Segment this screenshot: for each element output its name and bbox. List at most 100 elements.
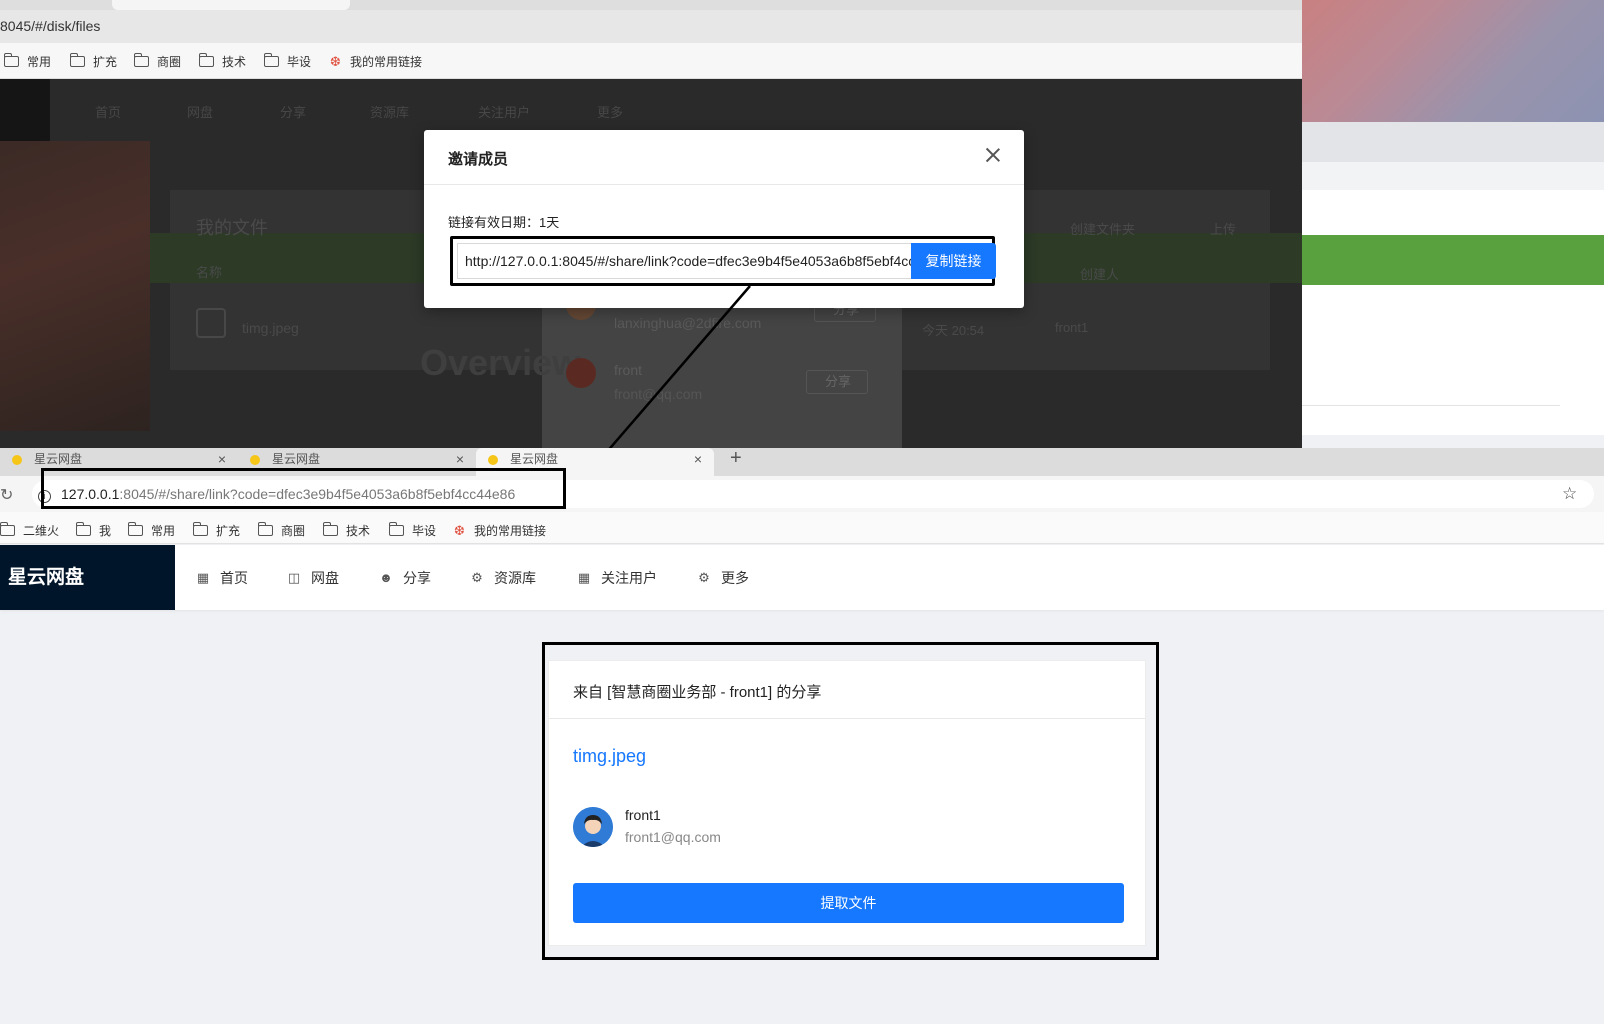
avatar: [573, 807, 613, 847]
close-tab-icon[interactable]: ×: [694, 448, 702, 470]
share-link-group: http://127.0.0.1:8045/#/share/link?code=…: [450, 236, 996, 286]
dimmed-upload: 上传: [1210, 222, 1237, 237]
nav-item-following[interactable]: ▦ 关注用户: [577, 568, 657, 588]
brand-logo[interactable]: 星云网盘: [0, 545, 175, 610]
folder-icon: [127, 522, 143, 536]
background-window-area: [1300, 285, 1604, 435]
bookmark-star-icon[interactable]: ☆: [1562, 484, 1577, 504]
background-divider: [1300, 405, 1560, 406]
top-tab[interactable]: [112, 0, 350, 10]
dimmed-overview: Overview: [420, 342, 581, 383]
bookmark-item[interactable]: 我: [75, 522, 111, 539]
folder-icon: [69, 53, 85, 67]
desktop-background: [1300, 0, 1604, 122]
sharer-name: front1: [625, 807, 661, 823]
folder-icon: [0, 522, 15, 536]
dimmed-share-button: 分享: [806, 370, 868, 394]
dimmed-owner: front1: [1055, 320, 1089, 335]
dimmed-nav-item: 首页: [95, 105, 122, 120]
dimmed-nav-item: 分享: [280, 105, 307, 120]
top-tab-strip: [0, 0, 1302, 10]
dimmed-creator: 创建人: [1080, 267, 1120, 282]
gear-icon: ⚙: [698, 570, 710, 585]
reload-icon[interactable]: ↻: [0, 485, 13, 505]
nav-item-resources[interactable]: ⚙ 资源库: [470, 568, 536, 588]
nav-item-more[interactable]: ⚙ 更多: [697, 568, 749, 588]
bookmark-item[interactable]: 技术: [322, 522, 370, 539]
folder-icon: [263, 53, 279, 67]
nav-item-share[interactable]: ☻ 分享: [379, 568, 431, 588]
flame-icon: ❆: [330, 53, 341, 69]
nav-item-disk[interactable]: ◫ 网盘: [287, 568, 339, 588]
bookmark-item[interactable]: 常用: [3, 53, 51, 70]
dimmed-background-image: [0, 141, 150, 431]
bookmark-item[interactable]: ❆ 我的常用链接: [454, 522, 546, 539]
top-url-text: 8045/#/disk/files: [0, 18, 101, 34]
share-card-title: 来自 [智慧商圈业务部 - front1] 的分享: [573, 684, 822, 701]
app-header: 星云网盘 ▦ 首页 ◫ 网盘 ☻ 分享 ⚙ 资源库 ▦ 关注用户 ⚙ 更多: [0, 545, 1604, 610]
bookmark-item[interactable]: 扩充: [69, 53, 117, 70]
close-icon[interactable]: [982, 144, 1004, 166]
folder-icon: [322, 522, 338, 536]
grid-icon: ▦: [577, 570, 591, 585]
modal-title: 邀请成员: [448, 151, 509, 168]
extract-file-button[interactable]: 提取文件: [573, 883, 1124, 923]
close-tab-icon[interactable]: ×: [456, 448, 464, 470]
bookmark-item[interactable]: 技术: [198, 53, 246, 70]
top-address-bar[interactable]: 8045/#/disk/files: [0, 10, 1302, 43]
bottom-bookmarks-bar: 二维火 我 常用 扩充 商圈 技术 毕设 ❆ 我的常用链接: [0, 512, 1604, 544]
background-window-strip: [1300, 122, 1604, 162]
copy-link-button[interactable]: 复制链接: [911, 243, 996, 279]
dimmed-create-folder: 创建文件夹: [1070, 222, 1136, 237]
folder-icon: [75, 522, 91, 536]
folder-icon: [257, 522, 273, 536]
dimmed-col-name: 名称: [196, 265, 223, 280]
background-window-banner: [1300, 235, 1604, 285]
grid-icon: ▦: [196, 570, 210, 585]
folder-icon: [3, 53, 19, 67]
link-expiry: 链接有效日期：1天: [448, 212, 559, 231]
dimmed-nav-item: 资源库: [370, 105, 410, 120]
invite-member-modal: 邀请成员 链接有效日期：1天 http://127.0.0.1:8045/#/s…: [424, 130, 1024, 308]
url-highlight-frame: [41, 468, 566, 509]
dimmed-nav-item: 关注用户: [478, 105, 531, 120]
bookmark-item[interactable]: 常用: [127, 522, 175, 539]
shared-file-link[interactable]: timg.jpeg: [573, 746, 646, 767]
modal-header: 邀请成员: [424, 130, 1024, 185]
sharer-email: front1@qq.com: [625, 829, 721, 845]
folder-icon: [133, 53, 149, 67]
folder-icon: [192, 522, 208, 536]
share-card: 来自 [智慧商圈业务部 - front1] 的分享 timg.jpeg fron…: [548, 660, 1146, 946]
bookmark-item[interactable]: 二维火: [0, 522, 59, 539]
nav-item-home[interactable]: ▦ 首页: [196, 568, 248, 588]
share-user-icon: ☻: [379, 570, 393, 585]
dimmed-nav-item: 更多: [597, 105, 624, 120]
avatar-illustration-icon: [573, 807, 613, 847]
dimmed-user-name: front: [614, 362, 643, 378]
bookmark-item[interactable]: 毕设: [263, 53, 311, 70]
bookmark-item[interactable]: ❆ 我的常用链接: [330, 53, 422, 70]
dimmed-nav-item: 网盘: [187, 105, 214, 120]
favicon-icon: [488, 455, 498, 465]
share-card-header: 来自 [智慧商圈业务部 - front1] 的分享: [549, 661, 1145, 719]
folder-icon: [198, 53, 214, 67]
dimmed-time: 今天 20:54: [922, 323, 985, 338]
close-tab-icon[interactable]: ×: [218, 448, 226, 470]
new-tab-icon[interactable]: +: [730, 448, 742, 468]
favicon-icon: [12, 455, 22, 465]
bookmark-item[interactable]: 商圈: [257, 522, 305, 539]
dimmed-file-icon: [196, 308, 226, 338]
bookmark-item[interactable]: 毕设: [388, 522, 436, 539]
dimmed-user-email: front@qq.com: [614, 386, 703, 402]
share-link-input[interactable]: http://127.0.0.1:8045/#/share/link?code=…: [457, 243, 912, 279]
favicon-icon: [250, 455, 260, 465]
bookmark-item[interactable]: 商圈: [133, 53, 181, 70]
bookmark-item[interactable]: 扩充: [192, 522, 240, 539]
disk-icon: ◫: [287, 570, 301, 585]
dimmed-user-email: lanxinghua@2dfire.com: [614, 315, 762, 331]
dimmed-my-files-title: 我的文件: [196, 218, 268, 238]
top-bookmarks-bar: 常用 扩充 商圈 技术 毕设 ❆ 我的常用链接: [0, 43, 1302, 79]
dimmed-file-name: timg.jpeg: [242, 320, 299, 336]
background-window-strip: [1300, 162, 1604, 190]
flame-icon: ❆: [454, 522, 465, 538]
